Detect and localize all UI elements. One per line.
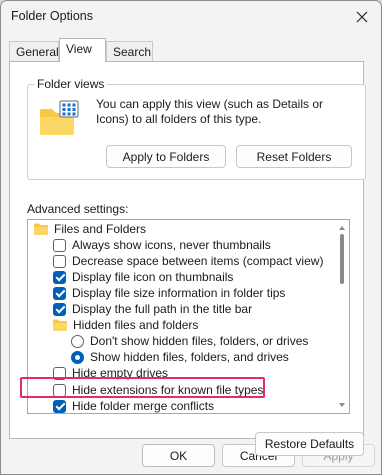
option-show-hidden[interactable]: Show hidden files, folders, and drives — [71, 349, 289, 365]
apply-to-folders-button[interactable]: Apply to Folders — [106, 145, 226, 168]
option-label: Display file size information in folder … — [72, 286, 286, 300]
option-label: Always show icons, never thumbnails — [72, 238, 271, 252]
checkbox-unchecked[interactable] — [53, 238, 66, 252]
advanced-settings-tree[interactable]: Files and Folders Always show icons, nev… — [27, 219, 350, 414]
checkbox-checked[interactable] — [53, 399, 66, 413]
option-hide-folder-merge[interactable]: Hide folder merge conflicts — [53, 398, 215, 413]
close-button[interactable] — [349, 5, 375, 29]
tab-view[interactable]: View — [59, 38, 106, 62]
tree-folder-hidden-files: Hidden files and folders — [53, 317, 198, 333]
scroll-down-icon[interactable] — [338, 401, 346, 409]
tab-general[interactable]: General — [9, 41, 59, 61]
advanced-settings-label: Advanced settings: — [27, 202, 129, 216]
scroll-up-icon[interactable] — [338, 224, 346, 232]
checkbox-checked[interactable] — [53, 302, 66, 316]
title-bar[interactable]: Folder Options — [1, 1, 381, 33]
tree-folder-label: Hidden files and folders — [73, 318, 199, 332]
option-hide-extensions[interactable]: Hide extensions for known file types — [53, 382, 263, 398]
folder-view-icon — [40, 100, 79, 135]
option-display-full-path[interactable]: Display the full path in the title bar — [53, 301, 252, 317]
tree-folder-label: Files and Folders — [54, 222, 147, 236]
restore-defaults-button[interactable]: Restore Defaults — [255, 432, 364, 456]
view-tab-panel: Folder views You can apply this view (su… — [9, 61, 366, 456]
dialog-body: General View Search Folder views You can… — [1, 33, 381, 456]
checkbox-checked[interactable] — [53, 286, 66, 300]
radio-unselected[interactable] — [71, 334, 84, 348]
option-always-show-icons[interactable]: Always show icons, never thumbnails — [53, 237, 271, 253]
tree-folder-files-and-folders: Files and Folders — [34, 221, 146, 237]
option-dont-show-hidden[interactable]: Don't show hidden files, folders, or dri… — [71, 333, 308, 349]
option-label: Show hidden files, folders, and drives — [90, 350, 289, 364]
radio-selected[interactable] — [71, 350, 84, 364]
tab-search[interactable]: Search — [106, 41, 153, 61]
option-label: Hide empty drives — [72, 366, 169, 380]
option-label: Display the full path in the title bar — [72, 302, 253, 316]
checkbox-unchecked[interactable] — [53, 383, 66, 397]
option-label: Don't show hidden files, folders, or dri… — [90, 334, 309, 348]
reset-folders-button[interactable]: Reset Folders — [236, 145, 352, 168]
option-decrease-space[interactable]: Decrease space between items (compact vi… — [53, 253, 323, 269]
window-title: Folder Options — [11, 9, 93, 23]
folder-views-group: Folder views You can apply this view (su… — [27, 77, 366, 180]
close-icon — [356, 11, 368, 23]
folder-icon — [53, 319, 67, 331]
checkbox-checked[interactable] — [53, 270, 66, 284]
folder-icon — [34, 223, 48, 235]
option-hide-empty-drives[interactable]: Hide empty drives — [53, 365, 168, 381]
checkbox-unchecked[interactable] — [53, 254, 66, 268]
option-label: Hide extensions for known file types — [72, 383, 264, 397]
option-label: Hide folder merge conflicts — [72, 399, 215, 413]
scroll-thumb[interactable] — [340, 234, 344, 284]
option-label: Decrease space between items (compact vi… — [72, 254, 324, 268]
option-display-file-size[interactable]: Display file size information in folder … — [53, 285, 285, 301]
ok-button[interactable]: OK — [142, 444, 215, 467]
checkbox-unchecked[interactable] — [53, 366, 66, 380]
folder-options-window: Folder Options General View Search Folde… — [0, 0, 382, 475]
option-display-file-icon[interactable]: Display file icon on thumbnails — [53, 269, 233, 285]
vertical-scrollbar[interactable] — [335, 220, 349, 413]
option-label: Display file icon on thumbnails — [72, 270, 234, 284]
folder-views-description: You can apply this view (such as Details… — [96, 97, 324, 126]
folder-views-label: Folder views — [34, 77, 108, 91]
